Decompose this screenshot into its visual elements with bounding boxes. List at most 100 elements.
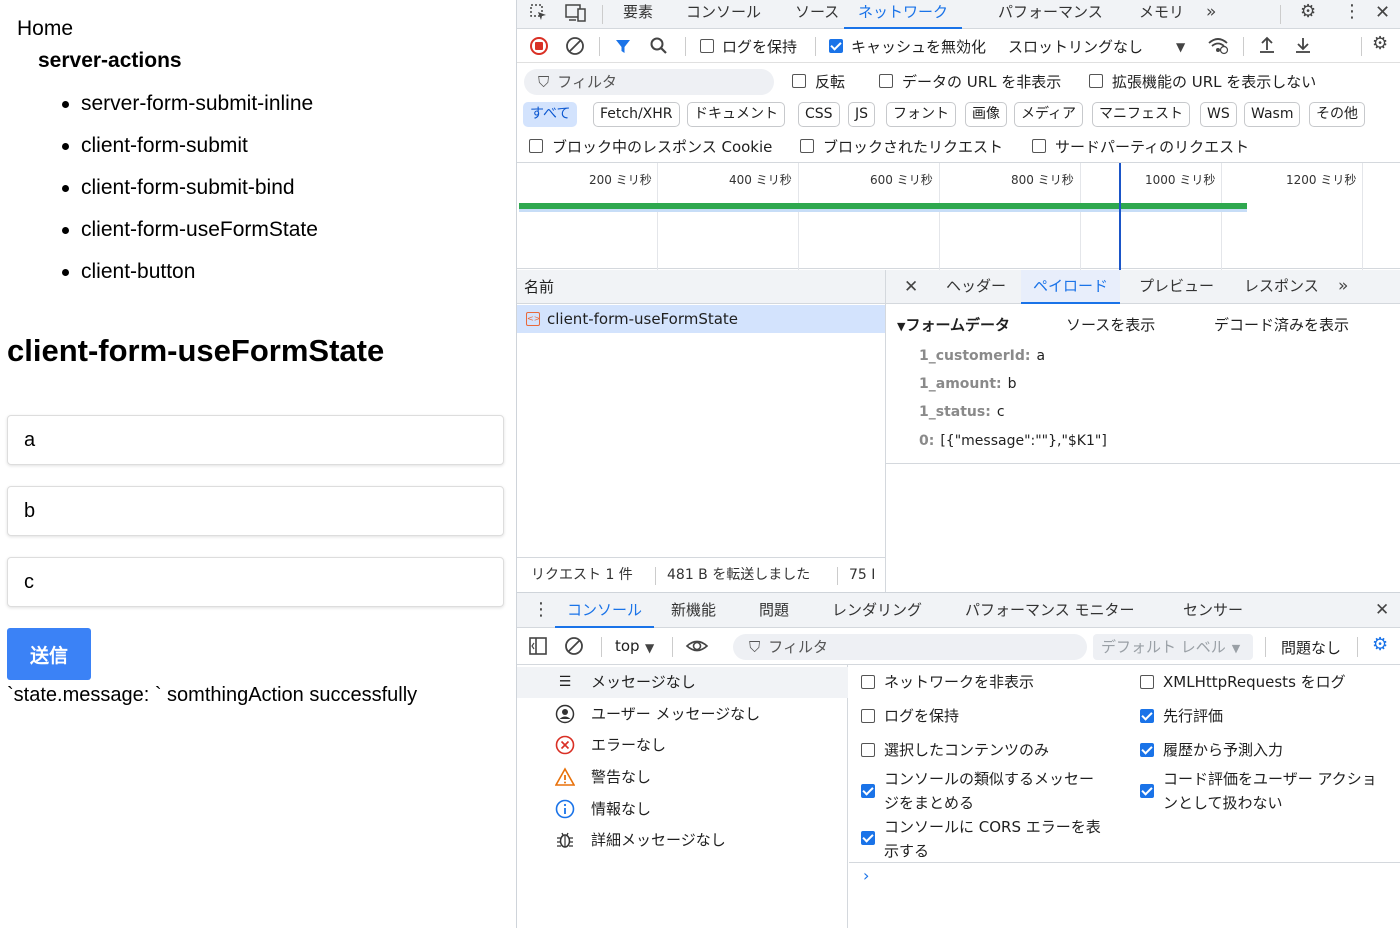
hide-extension-urls-checkbox[interactable]: [1089, 74, 1103, 88]
chip-all[interactable]: すべて: [523, 102, 578, 127]
log-xhr-checkbox[interactable]: [1140, 675, 1154, 689]
nav-item-server-form-submit-inline[interactable]: server-form-submit-inline: [62, 84, 318, 126]
payload-entry: 1_amount: b: [919, 376, 1017, 392]
chip-manifest[interactable]: マニフェスト: [1092, 102, 1190, 127]
tab-network[interactable]: ネットワーク: [844, 0, 963, 29]
chip-js[interactable]: JS: [848, 102, 876, 127]
inspect-element-icon[interactable]: [529, 3, 549, 28]
sidebar-item-user-messages[interactable]: ユーザー メッセージなし: [517, 699, 848, 730]
preserve-log-checkbox[interactable]: [700, 39, 714, 53]
context-selector[interactable]: top: [615, 637, 640, 655]
tab-performance[interactable]: パフォーマンス: [998, 0, 1103, 29]
drawer-menu-icon[interactable]: ⋮: [532, 600, 550, 620]
network-settings-gear-icon[interactable]: ⚙: [1372, 34, 1388, 54]
settings-gear-icon[interactable]: ⚙: [1300, 2, 1316, 22]
chip-css[interactable]: CSS: [798, 102, 840, 127]
drawer-tab-performance-monitor[interactable]: パフォーマンス モニター: [965, 593, 1134, 628]
hide-network-checkbox[interactable]: [861, 675, 875, 689]
device-toolbar-icon[interactable]: [565, 3, 587, 28]
log-level-select[interactable]: デフォルト レベル ▼: [1093, 634, 1253, 660]
nav-item-client-form-useformstate[interactable]: client-form-useFormState: [62, 210, 318, 252]
search-icon[interactable]: [649, 36, 669, 61]
context-chevron-down-icon[interactable]: ▼: [645, 638, 654, 658]
live-expression-eye-icon[interactable]: [685, 636, 709, 661]
network-filter-input[interactable]: ⛉ フィルタ: [524, 69, 774, 95]
console-filter-input[interactable]: ⛉ フィルタ: [733, 634, 1087, 660]
throttling-chevron-down-icon[interactable]: ▼: [1176, 37, 1185, 57]
sidebar-item-warnings[interactable]: 警告なし: [517, 762, 848, 793]
form-data-section-toggle[interactable]: ▼フォームデータ: [897, 314, 1010, 335]
chip-document[interactable]: ドキュメント: [687, 102, 785, 127]
tab-headers[interactable]: ヘッダー: [946, 270, 1006, 304]
tab-elements[interactable]: 要素: [623, 0, 653, 29]
filter-funnel-icon[interactable]: [613, 36, 633, 61]
export-har-icon[interactable]: [1293, 35, 1313, 60]
chip-font[interactable]: フォント: [886, 102, 956, 127]
clear-icon[interactable]: [565, 36, 585, 61]
submit-button[interactable]: 送信: [7, 628, 91, 680]
chip-media[interactable]: メディア: [1014, 102, 1084, 127]
nav-item-client-form-submit-bind[interactable]: client-form-submit-bind: [62, 168, 318, 210]
nav-item-client-form-submit[interactable]: client-form-submit: [62, 126, 318, 168]
request-name-column-header[interactable]: 名前: [517, 270, 885, 304]
sidebar-item-info[interactable]: 情報なし: [517, 794, 848, 825]
tab-response[interactable]: レスポンス: [1244, 270, 1319, 304]
close-drawer-icon[interactable]: ✕: [1375, 600, 1389, 620]
view-decoded-link[interactable]: デコード済みを表示: [1214, 314, 1349, 335]
amount-input[interactable]: b: [7, 486, 504, 536]
customer-id-input[interactable]: a: [7, 415, 504, 465]
sidebar-item-errors[interactable]: エラーなし: [517, 730, 848, 761]
chip-fetch-xhr[interactable]: Fetch/XHR: [593, 102, 680, 127]
invert-checkbox[interactable]: [792, 74, 806, 88]
drawer-tab-rendering[interactable]: レンダリング: [832, 593, 922, 628]
network-overview-timeline[interactable]: 200 ミリ秒 400 ミリ秒 600 ミリ秒 800 ミリ秒 1000 ミリ秒…: [517, 162, 1400, 270]
close-detail-icon[interactable]: ✕: [904, 277, 918, 297]
chip-wasm[interactable]: Wasm: [1244, 102, 1301, 127]
disable-cache-checkbox[interactable]: [829, 39, 843, 53]
treat-eval-checkbox[interactable]: [1140, 784, 1154, 798]
home-link[interactable]: Home: [17, 17, 73, 41]
status-input[interactable]: c: [7, 557, 504, 607]
drawer-tab-sensors[interactable]: センサー: [1183, 593, 1243, 628]
sidebar-item-verbose[interactable]: 詳細メッセージなし: [517, 825, 848, 856]
network-conditions-icon[interactable]: [1207, 35, 1229, 60]
nav-item-client-button[interactable]: client-button: [62, 252, 318, 294]
console-prompt-chevron-icon[interactable]: ›: [863, 866, 869, 885]
more-detail-tabs-icon[interactable]: »: [1338, 276, 1348, 296]
drawer-tab-whats-new[interactable]: 新機能: [671, 593, 716, 628]
chip-image[interactable]: 画像: [965, 102, 1007, 127]
console-preserve-log-checkbox[interactable]: [861, 709, 875, 723]
close-devtools-icon[interactable]: ✕: [1375, 3, 1390, 23]
selected-context-checkbox[interactable]: [861, 743, 875, 757]
third-party-checkbox[interactable]: [1032, 139, 1046, 153]
more-tabs-icon[interactable]: »: [1206, 2, 1216, 22]
blocked-requests-checkbox[interactable]: [800, 139, 814, 153]
tab-console[interactable]: コンソール: [686, 0, 761, 29]
group-similar-checkbox[interactable]: [861, 784, 875, 798]
kebab-menu-icon[interactable]: ⋮: [1343, 2, 1361, 22]
chip-other[interactable]: その他: [1309, 102, 1365, 127]
sidebar-item-messages[interactable]: ☰ メッセージなし: [517, 667, 848, 698]
preserve-log-label: ログを保持: [722, 38, 798, 56]
drawer-tab-console[interactable]: コンソール: [555, 593, 655, 628]
console-settings-gear-icon[interactable]: ⚙: [1372, 635, 1388, 655]
autocomplete-history-checkbox[interactable]: [1140, 743, 1154, 757]
sidebar-toggle-icon[interactable]: [528, 636, 548, 661]
hide-data-urls-checkbox[interactable]: [879, 74, 893, 88]
view-source-link[interactable]: ソースを表示: [1066, 314, 1155, 335]
blocked-cookies-checkbox[interactable]: [529, 139, 543, 153]
clear-console-icon[interactable]: [564, 636, 584, 661]
chip-ws[interactable]: WS: [1200, 102, 1237, 127]
cors-errors-checkbox[interactable]: [861, 831, 875, 845]
request-row[interactable]: <> client-form-useFormState: [517, 305, 885, 333]
issues-count[interactable]: 問題なし: [1281, 637, 1341, 658]
import-har-icon[interactable]: [1257, 35, 1277, 60]
tab-preview[interactable]: プレビュー: [1139, 270, 1214, 304]
record-stop-icon[interactable]: [529, 36, 549, 61]
throttling-select[interactable]: スロットリングなし: [1008, 36, 1143, 57]
eager-eval-checkbox[interactable]: [1140, 709, 1154, 723]
tab-sources[interactable]: ソース: [795, 0, 839, 29]
tab-payload[interactable]: ペイロード: [1021, 270, 1121, 304]
tab-memory[interactable]: メモリ: [1139, 0, 1184, 29]
drawer-tab-issues[interactable]: 問題: [759, 593, 789, 628]
